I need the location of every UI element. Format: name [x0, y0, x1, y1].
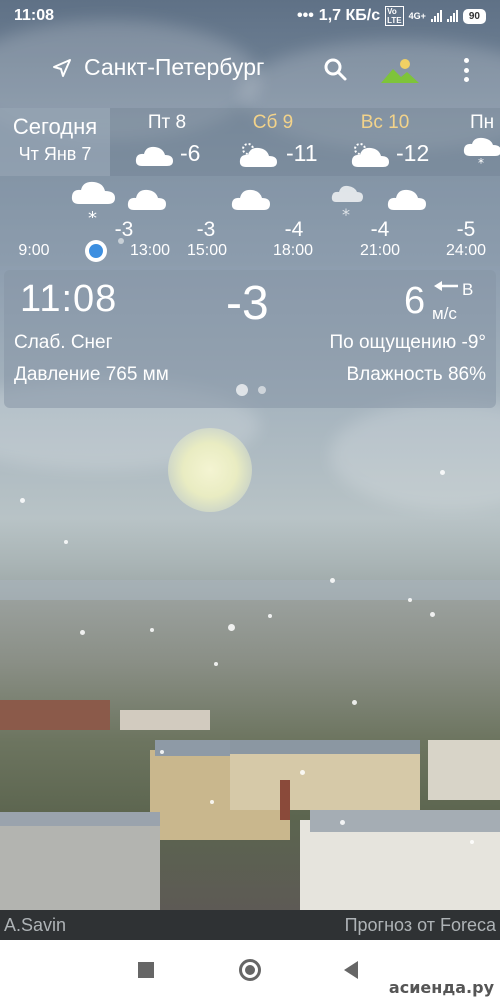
- day-temp: -12: [396, 140, 430, 166]
- hour-time: 18:00: [272, 242, 314, 259]
- today-date: Чт Янв 7: [18, 144, 92, 164]
- hour-time: 15:00: [186, 242, 228, 259]
- today-label: Сегодня: [12, 114, 98, 139]
- sun-glow: [168, 428, 252, 512]
- day-name: Сб 9: [252, 112, 294, 133]
- hour-temp: -4: [284, 218, 304, 241]
- humidity-text: Влажность 86%: [346, 364, 486, 385]
- wind-direction: В: [462, 280, 474, 299]
- page-dot-active: [236, 384, 248, 396]
- recents-square-icon[interactable]: [138, 962, 154, 978]
- forecast-source[interactable]: Прогноз от Foreca: [345, 915, 496, 936]
- status-time: 11:08: [14, 7, 55, 24]
- dots-icon: •••: [296, 7, 314, 24]
- hour-time: 13:00: [129, 242, 171, 259]
- page-indicator: [236, 384, 266, 396]
- svg-text:*: *: [342, 205, 350, 220]
- day-name: Пт 8: [147, 112, 187, 133]
- hour-time: 21:00: [359, 242, 401, 259]
- battery-icon: 90: [462, 8, 486, 24]
- search-icon[interactable]: [322, 56, 348, 82]
- hour-temp: -3: [196, 218, 216, 241]
- hour-temp: -3: [114, 218, 134, 241]
- sun-cloud-icon: [351, 143, 389, 167]
- svg-text:*: *: [478, 156, 484, 166]
- snow-cloud-icon: *: [463, 137, 500, 166]
- condition-text: Слаб. Снег: [14, 332, 113, 353]
- day-name: Вс 10: [360, 112, 410, 133]
- site-watermark: асиенда.ру: [388, 978, 494, 997]
- wind-arrow-icon: [434, 281, 458, 291]
- city-name[interactable]: Санкт-Петербург: [84, 54, 264, 81]
- hour-time: 9:00: [18, 242, 50, 259]
- signal-icon: [430, 10, 442, 22]
- hour-temp: -4: [370, 218, 390, 241]
- feels-like-text: По ощущению -9°: [329, 332, 486, 353]
- more-vert-icon[interactable]: [456, 56, 476, 84]
- app-bar: Санкт-Петербург: [0, 40, 500, 98]
- day-item[interactable]: Вс 10 -12: [350, 108, 460, 176]
- home-circle-icon[interactable]: [239, 959, 261, 981]
- current-temp: -3: [226, 277, 269, 330]
- day-temp: -6: [180, 140, 201, 166]
- photo-author[interactable]: A.Savin: [4, 915, 66, 936]
- system-nav-bar: асиенда.ру: [0, 940, 500, 1000]
- location-arrow-icon[interactable]: [52, 58, 72, 78]
- back-triangle-icon[interactable]: [344, 961, 358, 979]
- cityscape: [0, 600, 500, 910]
- current-time: 11:08: [20, 278, 118, 320]
- net-type: 4G+: [408, 11, 426, 21]
- day-temp: -11: [286, 140, 318, 166]
- wind-unit: м/с: [432, 304, 457, 323]
- cloud-icon: [231, 189, 270, 210]
- landscape-icon[interactable]: [381, 57, 419, 83]
- cloud-icon: [135, 146, 173, 166]
- page-dot: [258, 386, 266, 394]
- net-speed: 1,7 КБ/с: [318, 7, 381, 24]
- day-name: Пн: [470, 112, 495, 133]
- hour-time: 24:00: [445, 242, 487, 259]
- day-item[interactable]: Сб 9 -11: [238, 108, 348, 176]
- day-item[interactable]: Пт 8 -6: [132, 108, 242, 176]
- credits-bar: A.Savin Прогноз от Foreca: [0, 910, 500, 940]
- daily-forecast: Сегодня Чт Янв 7 Пт 8 -6 Сб 9 -11 Вс 10 …: [0, 108, 500, 176]
- wind-speed: 6: [404, 280, 426, 322]
- day-today[interactable]: Сегодня Чт Янв 7: [0, 108, 110, 176]
- status-bar: 11:08 ••• 1,7 КБ/с Vo LTE 4G+ 90: [0, 0, 500, 32]
- day-item[interactable]: Пн *: [460, 108, 500, 176]
- sun-cloud-icon: [239, 143, 277, 167]
- current-conditions[interactable]: 11:08 -3 6 В м/с Слаб. Снег Давление 765…: [4, 270, 496, 408]
- svg-text:*: *: [88, 208, 97, 218]
- snow-cloud-icon: *: [71, 181, 115, 218]
- signal-2-icon: [446, 10, 458, 22]
- current-time-marker: [85, 240, 107, 262]
- volte-icon: Vo LTE: [385, 6, 404, 26]
- pressure-text: Давление 765 мм: [14, 364, 169, 385]
- hour-temp: -5: [456, 218, 476, 241]
- hourly-forecast[interactable]: * * -3 -3 -4 -4 -5 9:00 13:00 15:00 18:0…: [0, 176, 500, 266]
- snow-cloud-icon: *: [331, 185, 363, 220]
